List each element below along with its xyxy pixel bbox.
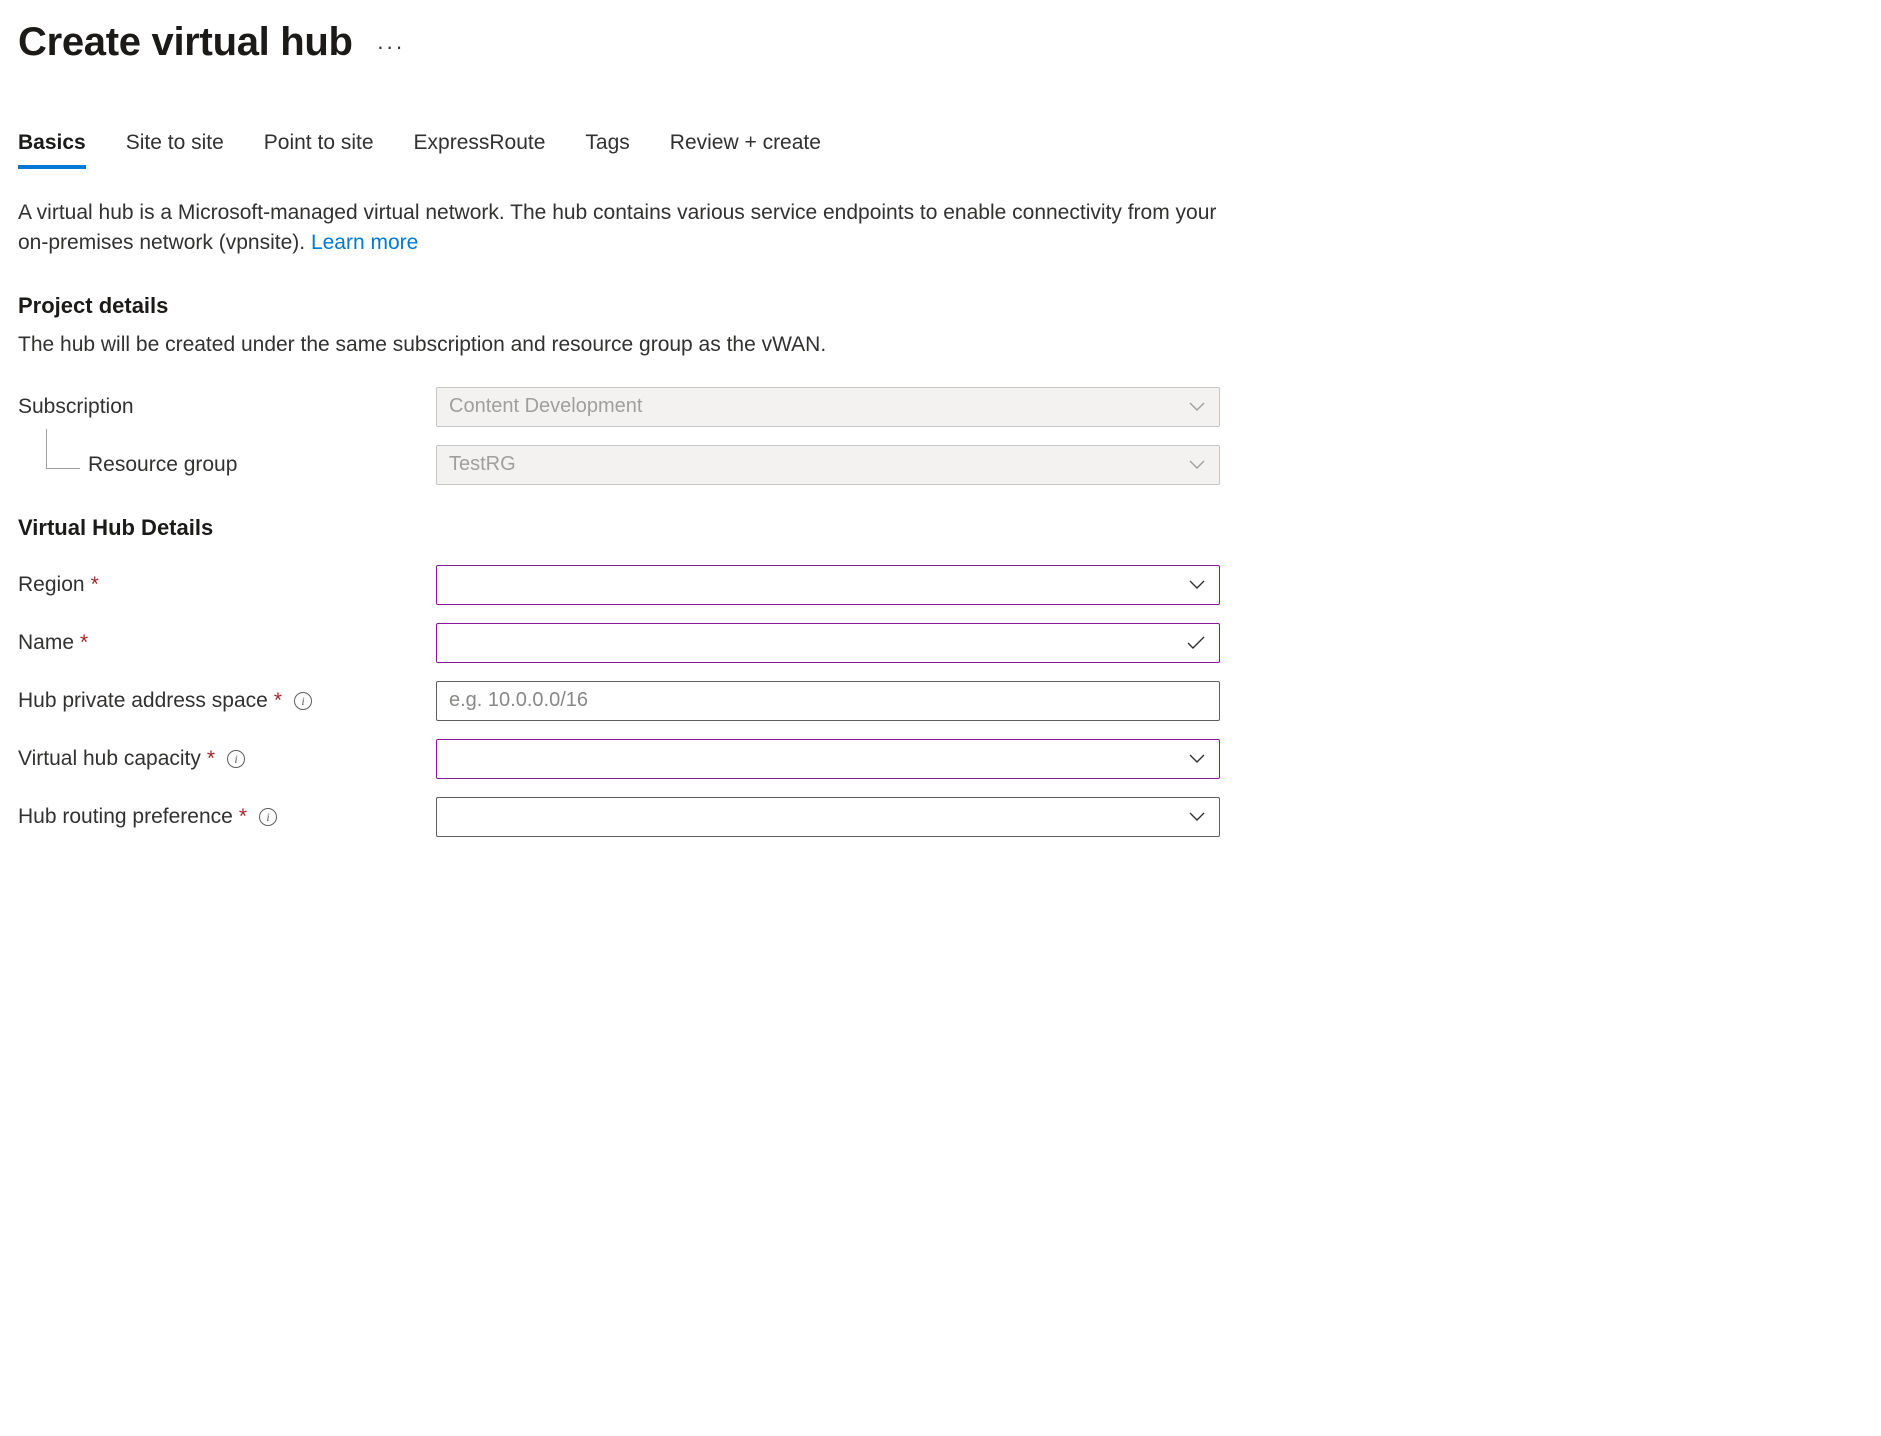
address-space-input[interactable]: e.g. 10.0.0.0/16 xyxy=(436,681,1220,721)
routing-preference-select[interactable] xyxy=(436,797,1220,837)
region-row: Region * xyxy=(18,565,1863,605)
intro-text: A virtual hub is a Microsoft-managed vir… xyxy=(18,201,1216,254)
subscription-label: Subscription xyxy=(18,395,436,419)
name-input[interactable] xyxy=(436,623,1220,663)
resource-group-value: TestRG xyxy=(449,453,516,476)
more-button[interactable]: ··· xyxy=(377,28,405,58)
tab-site-to-site[interactable]: Site to site xyxy=(126,125,224,169)
capacity-label: Virtual hub capacity xyxy=(18,747,201,771)
required-asterisk: * xyxy=(91,573,99,597)
page-header: Create virtual hub ··· xyxy=(18,20,1863,65)
tab-review-create[interactable]: Review + create xyxy=(670,125,821,169)
page-title: Create virtual hub xyxy=(18,20,353,65)
chevron-down-icon xyxy=(1189,460,1205,470)
tree-connector-icon xyxy=(46,429,80,469)
subscription-value: Content Development xyxy=(449,395,642,418)
intro-description: A virtual hub is a Microsoft-managed vir… xyxy=(18,198,1218,259)
address-space-label: Hub private address space xyxy=(18,689,268,713)
required-asterisk: * xyxy=(80,631,88,655)
required-asterisk: * xyxy=(274,689,282,713)
project-details-subtitle: The hub will be created under the same s… xyxy=(18,333,1863,357)
virtual-hub-details-heading: Virtual Hub Details xyxy=(18,515,1863,541)
region-select[interactable] xyxy=(436,565,1220,605)
resource-group-select: TestRG xyxy=(436,445,1220,485)
name-label: Name xyxy=(18,631,74,655)
resource-group-label-wrap: Resource group xyxy=(18,453,436,477)
tab-tags[interactable]: Tags xyxy=(585,125,629,169)
tab-basics[interactable]: Basics xyxy=(18,125,86,169)
chevron-down-icon xyxy=(1189,402,1205,412)
project-details-heading: Project details xyxy=(18,293,1863,319)
region-label: Region xyxy=(18,573,85,597)
chevron-down-icon xyxy=(1189,754,1205,764)
resource-group-row: Resource group TestRG xyxy=(18,445,1863,485)
required-asterisk: * xyxy=(239,805,247,829)
routing-label: Hub routing preference xyxy=(18,805,233,829)
chevron-down-icon xyxy=(1189,580,1205,590)
tab-point-to-site[interactable]: Point to site xyxy=(264,125,374,169)
tab-expressroute[interactable]: ExpressRoute xyxy=(414,125,546,169)
subscription-select: Content Development xyxy=(436,387,1220,427)
name-row: Name * xyxy=(18,623,1863,663)
required-asterisk: * xyxy=(207,747,215,771)
routing-preference-row: Hub routing preference * i xyxy=(18,797,1863,837)
info-icon[interactable]: i xyxy=(259,808,277,826)
info-icon[interactable]: i xyxy=(294,692,312,710)
subscription-row: Subscription Content Development xyxy=(18,387,1863,427)
address-space-row: Hub private address space * i e.g. 10.0.… xyxy=(18,681,1863,721)
chevron-down-icon xyxy=(1189,812,1205,822)
address-space-placeholder: e.g. 10.0.0.0/16 xyxy=(449,689,588,712)
check-icon xyxy=(1187,636,1205,650)
info-icon[interactable]: i xyxy=(227,750,245,768)
tab-bar: Basics Site to site Point to site Expres… xyxy=(18,125,1863,170)
learn-more-link[interactable]: Learn more xyxy=(311,231,418,254)
capacity-select[interactable] xyxy=(436,739,1220,779)
resource-group-label: Resource group xyxy=(88,453,237,477)
capacity-row: Virtual hub capacity * i xyxy=(18,739,1863,779)
